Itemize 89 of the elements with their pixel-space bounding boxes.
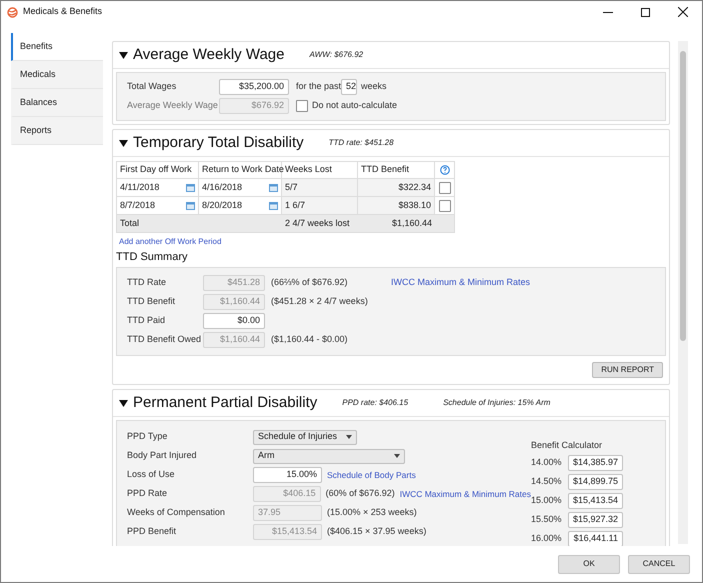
table-cell[interactable]: 8/20/2018	[202, 198, 242, 212]
table-cell[interactable]: 4/16/2018	[202, 180, 242, 194]
maximize-icon[interactable]	[641, 8, 650, 16]
table-cell[interactable]: 8/7/2018	[120, 198, 156, 212]
benefit-field[interactable]: $14,899.75	[568, 474, 623, 490]
table-cell: 1 6/7	[282, 197, 358, 214]
benefit-field[interactable]: $16,441.11	[568, 531, 623, 546]
collapse-triangle-icon[interactable]	[119, 138, 128, 148]
scrollbar[interactable]	[678, 41, 688, 544]
window-title: Medicals & Benefits	[23, 5, 102, 18]
checkbox[interactable]	[438, 200, 450, 212]
dropdown[interactable]: Schedule of Injuries	[253, 430, 357, 444]
percent-label: 14.50%	[531, 475, 563, 488]
section-title: Temporary Total Disability	[133, 132, 304, 153]
dropdown[interactable]: Arm	[253, 448, 405, 464]
calendar-icon[interactable]	[186, 201, 195, 210]
benefit-field[interactable]: $15,927.32	[568, 512, 623, 528]
section-summary: PPD rate: $406.15	[342, 397, 408, 409]
run-report-button[interactable]: RUN REPORT	[592, 362, 663, 378]
section-summary: Schedule of Injuries: 15% Arm	[443, 397, 550, 409]
help-icon[interactable]	[440, 165, 450, 175]
calendar-icon[interactable]	[269, 183, 278, 192]
subsection-title: TTD Summary	[116, 251, 188, 264]
field-label: TTD Rate	[127, 276, 168, 290]
field-label: TTD Benefit	[127, 295, 176, 308]
app-logo-icon	[7, 6, 18, 18]
table-cell: 5/7	[282, 179, 358, 196]
field-label: TTD Benefit Owed	[127, 333, 202, 346]
formula-note: (60% of $676.92)	[326, 487, 395, 500]
column-header: Return to Work Date	[199, 162, 282, 178]
table-cell-text: Total	[119, 216, 140, 230]
field-label: weeks	[361, 80, 387, 94]
percent-label: 15.00%	[531, 494, 563, 508]
section-title: Average Weekly Wage	[133, 44, 284, 65]
checkbox[interactable]	[438, 182, 450, 194]
percent-label: 14.00%	[531, 456, 563, 470]
percent-label: 16.00%	[531, 532, 563, 546]
checkbox[interactable]	[296, 100, 308, 112]
formula-note: ($1,160.44 - $0.00)	[271, 333, 349, 346]
field-label: Weeks of Compensation	[127, 506, 226, 520]
formula-note: (15.00% × 253 weeks)	[327, 506, 417, 520]
caret-icon	[346, 435, 352, 439]
weeks-field[interactable]: 52	[341, 79, 358, 95]
field-label: for the past	[296, 80, 342, 94]
caret-icon	[394, 454, 400, 458]
table-cell: $838.10	[358, 197, 435, 214]
field-label: PPD Type	[127, 430, 168, 444]
scrollbar-thumb[interactable]	[680, 51, 686, 341]
add-period-link[interactable]: Add another Off Work Period	[119, 237, 222, 246]
input-field[interactable]: $0.00	[203, 313, 265, 329]
table-cell: $322.34	[358, 179, 435, 196]
calendar-icon[interactable]	[186, 183, 195, 192]
body-parts-link[interactable]: Schedule of Body Parts	[327, 468, 416, 482]
table-cell-text: $1,160.44	[390, 216, 433, 230]
sidebar-tab[interactable]: Benefits	[11, 33, 103, 61]
field-label: TTD Paid	[127, 314, 166, 328]
column-header: First Day off Work	[117, 162, 199, 178]
checkbox-label: Do not auto-calculate	[312, 99, 398, 112]
wages-field[interactable]: $35,200.00	[219, 79, 289, 95]
field-label: Body Part Injured	[127, 449, 198, 462]
field-label: Average Weekly Wage	[127, 99, 219, 112]
section-summary: TTD rate: $451.28	[328, 137, 394, 149]
field-label: Loss of Use	[127, 468, 176, 482]
section-summary: AWW: $676.92	[309, 49, 364, 61]
input-field[interactable]: 15.00%	[253, 467, 322, 483]
sidebar-tab[interactable]: Balances	[11, 89, 103, 117]
formula-note: ($406.15 × 37.95 weeks)	[327, 525, 426, 538]
field-label: Total Wages	[127, 80, 178, 94]
dialog-button[interactable]: CANCEL	[628, 554, 690, 574]
table-cell-text: 2 4/7 weeks lost	[284, 216, 351, 230]
sidebar-tab[interactable]: Reports	[11, 117, 103, 145]
benefit-field[interactable]: $15,413.54	[568, 493, 623, 509]
calculator-title: Benefit Calculator	[531, 439, 604, 452]
column-header: TTD Benefit	[358, 162, 435, 178]
section-title: Permanent Partial Disability	[133, 392, 318, 413]
benefit-field[interactable]: $14,385.97	[568, 455, 623, 471]
collapse-triangle-icon[interactable]	[119, 398, 128, 408]
close-icon[interactable]	[678, 7, 688, 17]
collapse-triangle-icon[interactable]	[119, 50, 128, 60]
formula-note: (66⅔% of $676.92)	[271, 276, 349, 290]
dialog-button[interactable]: OK	[558, 554, 620, 574]
field-label: PPD Benefit	[127, 525, 178, 538]
table-cell[interactable]: 4/11/2018	[120, 180, 160, 194]
column-header: Weeks Lost	[282, 162, 358, 178]
field-label: PPD Rate	[127, 487, 168, 500]
sidebar-tab[interactable]: Medicals	[11, 61, 103, 89]
calendar-icon[interactable]	[269, 201, 278, 210]
formula-note: ($451.28 × 2 4/7 weeks)	[271, 295, 369, 308]
percent-label: 15.50%	[531, 513, 563, 526]
